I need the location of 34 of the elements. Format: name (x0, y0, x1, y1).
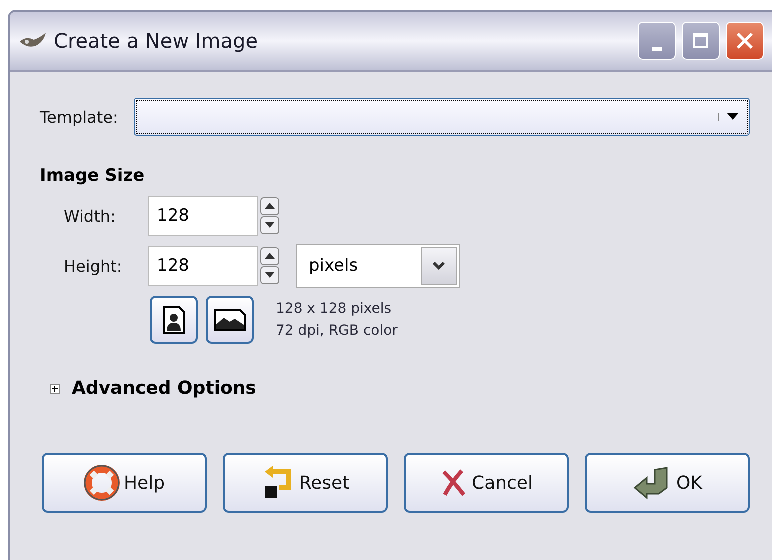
cancel-button[interactable]: Cancel (404, 453, 569, 513)
window-title: Create a New Image (54, 29, 260, 53)
number-field[interactable]: 128 (148, 246, 258, 286)
field-label: Width: (64, 206, 117, 226)
section-heading: Image Size (40, 166, 146, 186)
reset-button[interactable]: Reset (223, 453, 388, 513)
cross-icon (440, 468, 468, 498)
close-icon (736, 32, 754, 50)
app-logo-icon (18, 32, 48, 50)
minimize-button[interactable] (638, 22, 676, 60)
dropdown-arrow-icon (718, 113, 739, 121)
spinner-icon (260, 247, 280, 285)
landscape-icon (213, 308, 247, 332)
advanced-options-expander[interactable]: Advanced Options (50, 378, 256, 399)
close-button[interactable] (726, 22, 764, 60)
units-dropdown[interactable]: pixels (296, 244, 460, 288)
portrait-button[interactable] (150, 296, 198, 344)
maximize-icon (693, 33, 709, 49)
chevron-down-icon (433, 261, 445, 271)
minimize-icon (652, 47, 662, 51)
template-dropdown[interactable] (134, 98, 750, 136)
expander-icon (50, 384, 60, 394)
number-field[interactable]: 128 (148, 196, 258, 236)
spinner-icon (260, 197, 280, 235)
portrait-icon (162, 305, 186, 335)
maximize-button[interactable] (682, 22, 720, 60)
image-info-text: 72 dpi, RGB color (276, 323, 398, 339)
field-label: Height: (64, 256, 124, 276)
help-button[interactable]: Help (42, 453, 207, 513)
image-info-text: 128 x 128 pixels (276, 301, 393, 317)
lifebuoy-icon (84, 465, 120, 501)
ok-button[interactable]: OK (585, 453, 750, 513)
template-label: Template: (40, 108, 118, 126)
landscape-button[interactable] (206, 296, 254, 344)
